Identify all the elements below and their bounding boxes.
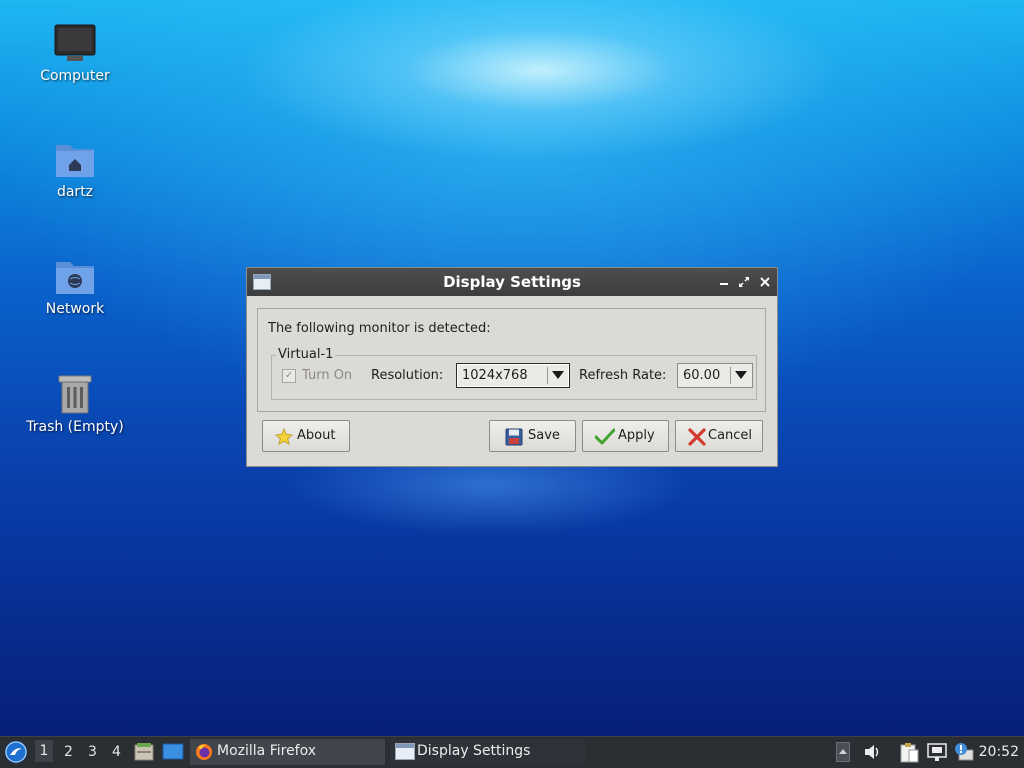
save-button[interactable]: Save	[489, 420, 576, 452]
desktop-icon-home-folder[interactable]: dartz	[10, 140, 140, 200]
minimize-icon	[720, 283, 728, 285]
task-firefox[interactable]: Mozilla Firefox	[190, 739, 385, 765]
file-manager-launcher[interactable]	[134, 742, 154, 766]
monitor-name: Virtual-1	[276, 347, 336, 362]
workspace-1[interactable]: 1	[35, 740, 53, 762]
taskbar: 1 2 3 4 Mozilla Firefox Display Settings	[0, 736, 1024, 768]
resolution-label: Resolution:	[371, 368, 444, 383]
about-label: About	[297, 428, 336, 443]
apply-label: Apply	[618, 428, 655, 443]
start-menu-button[interactable]	[4, 740, 28, 768]
cancel-x-icon	[688, 428, 706, 446]
lubuntu-logo-icon	[5, 741, 27, 763]
taskbar-border	[0, 736, 1024, 737]
clock[interactable]: 20:52	[979, 744, 1019, 760]
desktop-icon-label: Network	[45, 301, 105, 317]
chevron-down-icon	[735, 371, 747, 379]
network-folder-icon	[56, 262, 94, 294]
dropdown-separator	[547, 367, 548, 384]
about-button[interactable]: About	[262, 420, 350, 452]
chevron-up-icon	[836, 742, 850, 762]
refresh-rate-label: Refresh Rate:	[579, 368, 667, 383]
refresh-rate-value: 60.00	[683, 368, 721, 383]
desktop-icon-label: dartz	[56, 184, 94, 200]
cancel-button[interactable]: Cancel	[675, 420, 763, 452]
computer-icon	[54, 24, 96, 61]
volume-button[interactable]	[862, 742, 882, 766]
close-icon	[760, 277, 770, 287]
detected-label: The following monitor is detected:	[268, 321, 491, 336]
monitor-panel: The following monitor is detected: Virtu…	[257, 308, 766, 412]
minimize-button[interactable]	[716, 274, 732, 290]
dialog-titlebar[interactable]: Display Settings	[247, 268, 777, 296]
desktop-icon	[162, 743, 184, 760]
cancel-label: Cancel	[708, 428, 753, 443]
desktop-icon-network[interactable]: Network	[10, 257, 140, 317]
clipboard-button[interactable]	[898, 742, 920, 768]
floppy-disk-icon	[505, 428, 523, 446]
speaker-icon	[865, 745, 879, 759]
apply-button[interactable]: Apply	[582, 420, 669, 452]
resolution-value: 1024x768	[462, 368, 528, 383]
chevron-down-icon	[552, 371, 564, 379]
desktop-icon-computer[interactable]: Computer	[10, 24, 140, 84]
notification-button[interactable]	[953, 742, 975, 766]
workspace-2[interactable]: 2	[64, 744, 73, 760]
trash-icon	[58, 375, 92, 414]
desktop-icon-trash[interactable]: Trash (Empty)	[10, 373, 140, 435]
display-settings-dialog: Display Settings The following monitor i…	[246, 267, 778, 467]
desktop-background: Computer dartz Network Trash (Empty) Dis…	[0, 0, 1024, 736]
window-icon	[395, 743, 415, 760]
task-label: Display Settings	[417, 743, 531, 759]
refresh-rate-dropdown[interactable]: 60.00	[677, 363, 753, 388]
tray-arrow-button[interactable]	[836, 742, 850, 766]
monitor-group: Virtual-1 ✓ Turn On Resolution: 1024x768…	[271, 347, 757, 400]
maximize-icon	[739, 277, 749, 287]
save-label: Save	[528, 428, 560, 443]
maximize-button[interactable]	[736, 274, 752, 290]
close-button[interactable]	[757, 274, 773, 290]
firefox-icon	[196, 744, 212, 760]
turn-on-label: Turn On	[302, 368, 353, 383]
workspace-4[interactable]: 4	[112, 744, 121, 760]
checkmark-icon	[595, 428, 615, 445]
desktop-icon-label: Computer	[40, 68, 110, 84]
dialog-title: Display Settings	[443, 273, 581, 291]
network-wired-icon	[927, 743, 947, 761]
task-display-settings[interactable]: Display Settings	[390, 739, 585, 765]
workspace-3[interactable]: 3	[88, 744, 97, 760]
home-folder-icon	[56, 145, 94, 177]
network-status-button[interactable]	[926, 742, 948, 766]
dropdown-separator	[730, 367, 731, 384]
turn-on-checkbox[interactable]: ✓	[282, 369, 296, 383]
file-manager-icon	[134, 743, 154, 761]
star-icon	[275, 428, 293, 446]
clipboard-icon	[900, 743, 919, 763]
info-notification-icon	[955, 743, 974, 761]
checkmark-icon: ✓	[284, 370, 294, 381]
desktop-icon-label: Trash (Empty)	[26, 419, 124, 435]
task-label: Mozilla Firefox	[217, 743, 317, 759]
show-desktop-button[interactable]	[162, 742, 184, 766]
resolution-dropdown[interactable]: 1024x768	[456, 363, 570, 388]
